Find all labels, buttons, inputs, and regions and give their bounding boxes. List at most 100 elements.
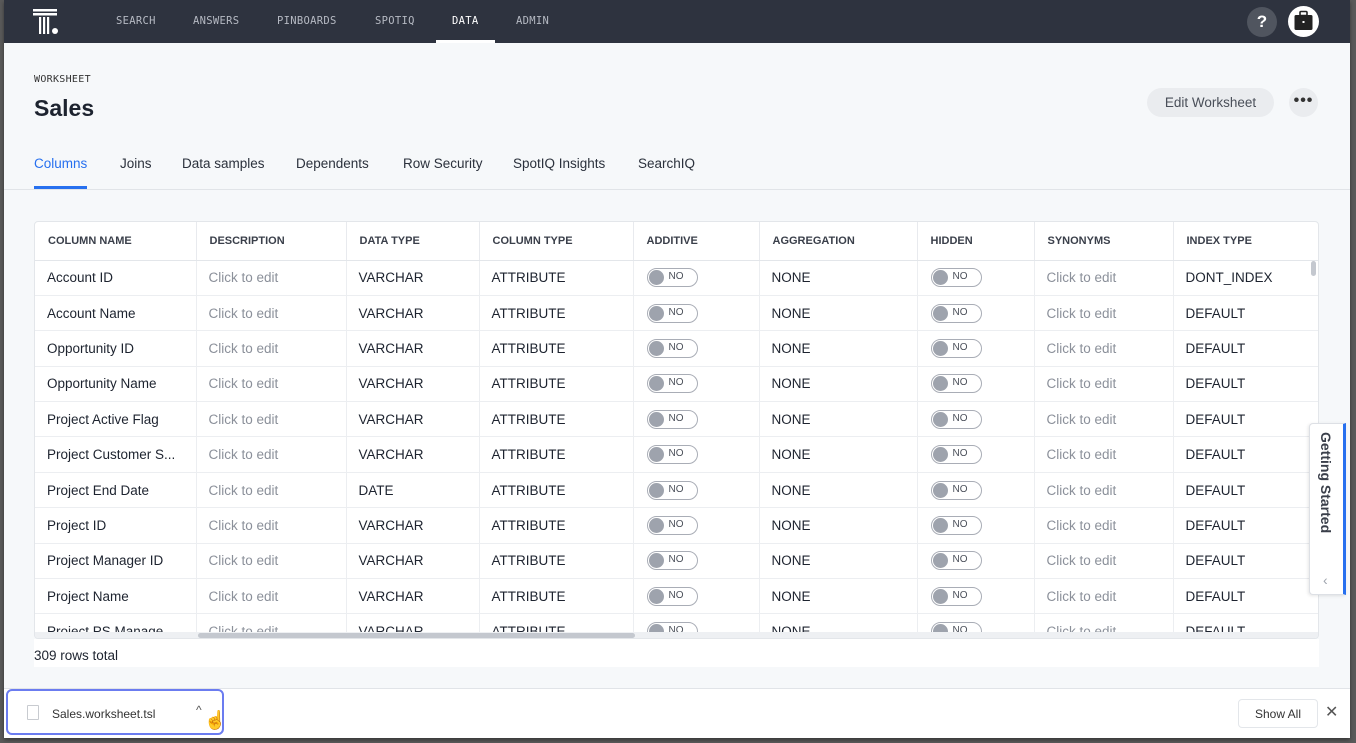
header-column-name[interactable]: COLUMN NAME (35, 222, 197, 261)
getting-started-panel[interactable]: Getting Started ‹ (1309, 423, 1346, 595)
header-data-type[interactable]: DATA TYPE (346, 222, 480, 261)
tab-searchiq[interactable]: SearchIQ (638, 156, 695, 171)
hidden-toggle[interactable]: NO (930, 303, 982, 323)
edit-worksheet-button[interactable]: Edit Worksheet (1147, 88, 1274, 117)
nav-pinboards[interactable]: PINBOARDS (277, 0, 337, 43)
additive-toggle[interactable]: NO (646, 409, 698, 429)
hidden-toggle[interactable]: NO (930, 445, 982, 465)
cell-data-type: VARCHAR (346, 295, 480, 332)
cell-column-type: ATTRIBUTE (479, 401, 634, 438)
hidden-toggle[interactable]: NO (930, 268, 982, 288)
hidden-toggle[interactable]: NO (930, 480, 982, 500)
cell-synonyms[interactable]: Click to edit (1034, 295, 1174, 332)
download-item[interactable]: Sales.worksheet.tsl ^ ☝ (6, 689, 226, 735)
cell-synonyms[interactable]: Click to edit (1034, 578, 1174, 615)
cell-synonyms[interactable]: Click to edit (1034, 260, 1174, 296)
hidden-toggle[interactable]: NO (930, 374, 982, 394)
cell-description[interactable]: Click to edit (196, 260, 347, 296)
nav-data[interactable]: DATA (436, 0, 494, 43)
cell-description[interactable]: Click to edit (196, 295, 347, 332)
cell-synonyms[interactable]: Click to edit (1034, 543, 1174, 580)
tab-row-security[interactable]: Row Security (403, 156, 483, 171)
nav-admin[interactable]: ADMIN (516, 0, 549, 43)
header-index-type[interactable]: INDEX TYPE (1173, 222, 1318, 261)
cell-column-type: ATTRIBUTE (479, 295, 634, 332)
hidden-toggle[interactable]: NO (930, 409, 982, 429)
vertical-scrollbar[interactable] (1311, 261, 1316, 276)
thoughtspot-logo-icon[interactable] (31, 7, 61, 37)
nav-search[interactable]: SEARCH (116, 0, 156, 43)
hidden-toggle[interactable]: NO (930, 338, 982, 358)
user-avatar[interactable] (1288, 6, 1319, 37)
cell-description[interactable]: Click to edit (196, 366, 347, 403)
cell-synonyms[interactable]: Click to edit (1034, 330, 1174, 367)
cell-name[interactable]: Project End Date (35, 472, 197, 509)
cell-aggregation: NONE (759, 260, 918, 296)
header-aggregation[interactable]: AGGREGATION (759, 222, 918, 261)
cell-name[interactable]: Project Manager ID (35, 543, 197, 580)
cell-description[interactable]: Click to edit (196, 401, 347, 438)
header-additive[interactable]: ADDITIVE (633, 222, 760, 261)
cell-description[interactable]: Click to edit (196, 507, 347, 544)
cell-aggregation: NONE (759, 295, 918, 332)
hidden-toggle[interactable]: NO (930, 515, 982, 535)
nav-spotiq[interactable]: SPOTIQ (375, 0, 415, 43)
tab-spotiq-insights[interactable]: SpotIQ Insights (513, 156, 605, 171)
cell-name[interactable]: Project Name (35, 578, 197, 615)
cell-synonyms[interactable]: Click to edit (1034, 401, 1174, 438)
header-synonyms[interactable]: SYNONYMS (1034, 222, 1174, 261)
additive-toggle[interactable]: NO (646, 338, 698, 358)
cell-name[interactable]: Opportunity ID (35, 330, 197, 367)
cell-name[interactable]: Opportunity Name (35, 366, 197, 403)
cell-synonyms[interactable]: Click to edit (1034, 366, 1174, 403)
header-description[interactable]: DESCRIPTION (196, 222, 347, 261)
cell-description[interactable]: Click to edit (196, 436, 347, 473)
additive-toggle[interactable]: NO (646, 303, 698, 323)
chevron-left-icon[interactable]: ‹ (1323, 572, 1328, 588)
toggle-knob (648, 270, 664, 286)
hidden-toggle[interactable]: NO (930, 551, 982, 571)
cell-description[interactable]: Click to edit (196, 543, 347, 580)
toggle-label: NO (952, 412, 968, 424)
additive-toggle[interactable]: NO (646, 551, 698, 571)
cell-hidden: NO (917, 436, 1035, 473)
additive-toggle[interactable]: NO (646, 480, 698, 500)
table-footer (34, 639, 1319, 667)
additive-toggle[interactable]: NO (646, 515, 698, 535)
cell-data-type: VARCHAR (346, 401, 480, 438)
cell-description[interactable]: Click to edit (196, 330, 347, 367)
cell-aggregation: NONE (759, 472, 918, 509)
cell-name[interactable]: Project ID (35, 507, 197, 544)
cell-synonyms[interactable]: Click to edit (1034, 507, 1174, 544)
cell-name[interactable]: Account Name (35, 295, 197, 332)
more-options-button[interactable]: ••• (1289, 88, 1318, 117)
cell-name[interactable]: Account ID (35, 260, 197, 296)
header-hidden[interactable]: HIDDEN (917, 222, 1035, 261)
tab-columns[interactable]: Columns (34, 156, 88, 189)
cell-description[interactable]: Click to edit (196, 472, 347, 509)
toggle-knob (932, 482, 948, 498)
additive-toggle[interactable]: NO (646, 268, 698, 288)
cell-name[interactable]: Project Active Flag (35, 401, 197, 438)
additive-toggle[interactable]: NO (646, 374, 698, 394)
show-all-button[interactable]: Show All (1238, 699, 1318, 728)
toggle-label: NO (952, 589, 968, 601)
horizontal-scrollbar[interactable] (198, 633, 635, 638)
nav-answers[interactable]: ANSWERS (193, 0, 239, 43)
toggle-knob (648, 411, 664, 427)
cell-name[interactable]: Project Customer S... (35, 436, 197, 473)
close-icon[interactable]: ✕ (1325, 702, 1338, 722)
cell-synonyms[interactable]: Click to edit (1034, 436, 1174, 473)
chevron-up-icon[interactable]: ^ (196, 703, 202, 717)
header-column-type[interactable]: COLUMN TYPE (479, 222, 634, 261)
tab-data-samples[interactable]: Data samples (182, 156, 265, 171)
cell-synonyms[interactable]: Click to edit (1034, 472, 1174, 509)
hidden-toggle[interactable]: NO (930, 586, 982, 606)
cell-description[interactable]: Click to edit (196, 578, 347, 615)
additive-toggle[interactable]: NO (646, 586, 698, 606)
tab-joins[interactable]: Joins (120, 156, 152, 171)
tab-dependents[interactable]: Dependents (296, 156, 369, 171)
cell-index-type: DEFAULT (1173, 401, 1318, 438)
help-button[interactable]: ? (1247, 7, 1277, 37)
additive-toggle[interactable]: NO (646, 445, 698, 465)
